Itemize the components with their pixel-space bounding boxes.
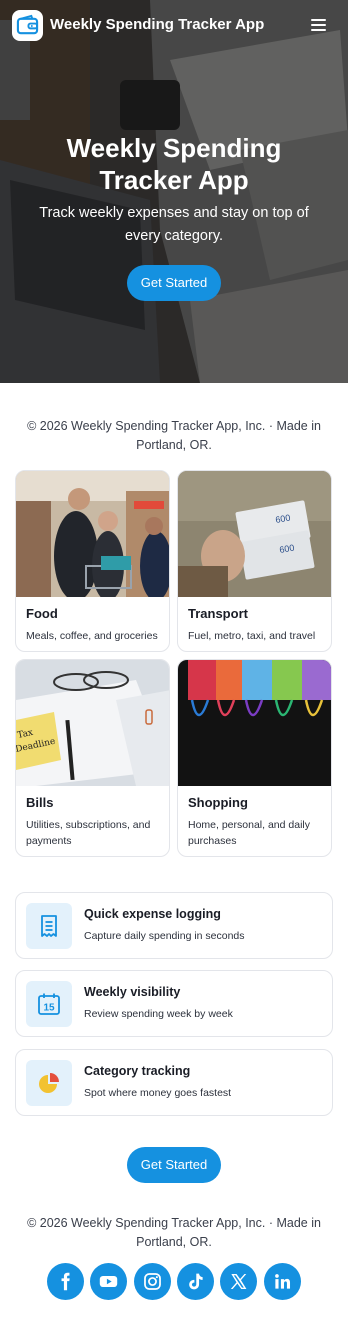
category-description: Meals, coffee, and groceries — [26, 630, 158, 642]
feature-icon-tile: 15 — [26, 981, 72, 1027]
linkedin-icon — [275, 1274, 291, 1289]
x-icon — [230, 1273, 247, 1290]
svg-text:15: 15 — [43, 1003, 55, 1014]
receipt-icon — [41, 915, 57, 937]
category-title: Food — [26, 606, 58, 621]
category-card-shopping[interactable]: Shopping Home, personal, and daily purch… — [177, 659, 332, 857]
feature-quick-expense-logging: Quick expense logging Capture daily spen… — [15, 892, 333, 959]
hero-title: Weekly Spending Tracker App — [66, 133, 282, 195]
category-title: Transport — [188, 606, 248, 621]
feature-icon-tile — [26, 1060, 72, 1106]
youtube-link[interactable] — [90, 1263, 127, 1300]
transit-tickets-photo: 600 600 — [178, 471, 331, 597]
category-card-bills[interactable]: Tax Deadline Bills Utilities, subscripti… — [15, 659, 170, 857]
feature-category-tracking: Category tracking Spot where money goes … — [15, 1049, 333, 1116]
feature-title: Quick expense logging — [84, 907, 221, 921]
grocery-shoppers-photo — [16, 471, 169, 597]
linkedin-link[interactable] — [264, 1263, 301, 1300]
wallet-icon — [16, 14, 39, 35]
hero-subtitle: Track weekly expenses and stay on top of… — [39, 205, 309, 244]
tax-deadline-papers-photo: Tax Deadline — [16, 660, 169, 786]
category-description: Home, personal, and daily purchases — [188, 819, 310, 847]
hamburger-menu-icon — [311, 19, 326, 21]
youtube-icon — [99, 1275, 118, 1288]
x-link[interactable] — [220, 1263, 257, 1300]
category-card-food[interactable]: Food Meals, coffee, and groceries — [15, 470, 170, 652]
feature-description: Spot where money goes fastest — [84, 1087, 232, 1099]
feature-weekly-visibility: 15 Weekly visibility Review spending wee… — [15, 970, 333, 1037]
hero-get-started-button[interactable]: Get Started — [127, 265, 221, 301]
tiktok-link[interactable] — [177, 1263, 214, 1300]
feature-title: Weekly visibility — [84, 985, 181, 999]
category-description: Fuel, metro, taxi, and travel — [188, 630, 316, 642]
pie-chart-icon — [39, 1073, 59, 1093]
calendar-15-icon: 15 — [38, 993, 60, 1015]
feature-title: Category tracking — [84, 1064, 191, 1078]
menu-button[interactable] — [308, 14, 330, 36]
feature-description: Capture daily spending in seconds — [84, 930, 245, 942]
category-card-transport[interactable]: 600 600 Transport Fuel, metro, taxi, and… — [177, 470, 332, 652]
tiktok-icon — [189, 1273, 203, 1290]
facebook-link[interactable] — [47, 1263, 84, 1300]
app-title[interactable]: Weekly Spending Tracker App — [50, 16, 264, 33]
colorful-shopping-bags-photo — [178, 660, 331, 786]
instagram-icon — [144, 1273, 161, 1290]
footer-copyright: © 2026 Weekly Spending Tracker App, Inc.… — [27, 1216, 321, 1249]
facebook-icon — [61, 1272, 70, 1291]
app-logo[interactable] — [12, 10, 43, 41]
hero-section: Weekly Spending Tracker App Weekly Spend… — [0, 0, 348, 383]
feature-icon-tile — [26, 903, 72, 949]
copyright-text: © 2026 Weekly Spending Tracker App, Inc.… — [27, 419, 321, 452]
category-title: Bills — [26, 795, 54, 810]
top-navigation-bar: Weekly Spending Tracker App — [0, 0, 348, 52]
feature-description: Review spending week by week — [84, 1008, 233, 1020]
instagram-link[interactable] — [134, 1263, 171, 1300]
category-description: Utilities, subscriptions, and payments — [26, 819, 151, 847]
footer-get-started-button[interactable]: Get Started — [127, 1147, 221, 1183]
category-title: Shopping — [188, 795, 248, 810]
